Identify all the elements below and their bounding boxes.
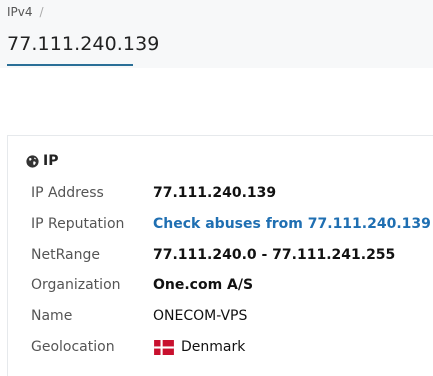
country-name: Denmark bbox=[181, 339, 246, 355]
row-netrange: NetRange 77.111.240.0 - 77.111.241.255 bbox=[31, 245, 395, 265]
geolocation-label: Geolocation bbox=[31, 339, 115, 355]
page-header: IPv4 / 77.111.240.139 bbox=[0, 0, 433, 68]
row-name: Name ONECOM-VPS bbox=[31, 306, 247, 326]
row-geolocation: Geolocation Denmark bbox=[31, 337, 245, 357]
ip-address-label: IP Address bbox=[31, 185, 104, 201]
row-organization: Organization One.com A/S bbox=[31, 275, 253, 295]
netrange-value: 77.111.240.0 - 77.111.241.255 bbox=[153, 247, 396, 263]
globe-icon bbox=[26, 154, 39, 168]
breadcrumb-separator: / bbox=[39, 5, 44, 19]
breadcrumb: IPv4 / bbox=[7, 5, 44, 19]
check-abuses-link[interactable]: Check abuses from 77.111.240.139 bbox=[153, 216, 433, 232]
breadcrumb-item-ipv4[interactable]: IPv4 bbox=[7, 5, 33, 19]
geolocation-value: Denmark bbox=[153, 339, 245, 355]
ip-address-value: 77.111.240.139 bbox=[153, 185, 277, 201]
name-value: ONECOM-VPS bbox=[153, 308, 248, 324]
netrange-label: NetRange bbox=[31, 247, 100, 263]
title-underline bbox=[7, 64, 133, 66]
name-label: Name bbox=[31, 308, 73, 324]
denmark-flag-icon bbox=[154, 339, 174, 355]
organization-label: Organization bbox=[31, 277, 121, 293]
page-title: 77.111.240.139 bbox=[7, 33, 160, 55]
row-ip-address: IP Address 77.111.240.139 bbox=[31, 183, 276, 203]
check-abuses-text[interactable]: Check abuses from 77.111.240.139 bbox=[153, 216, 431, 232]
organization-value: One.com A/S bbox=[153, 277, 254, 293]
row-ip-reputation: IP Reputation Check abuses from 77.111.2… bbox=[31, 214, 433, 234]
section-heading: IP bbox=[26, 153, 58, 169]
ip-reputation-label: IP Reputation bbox=[31, 216, 125, 232]
section-title: IP bbox=[43, 153, 59, 169]
